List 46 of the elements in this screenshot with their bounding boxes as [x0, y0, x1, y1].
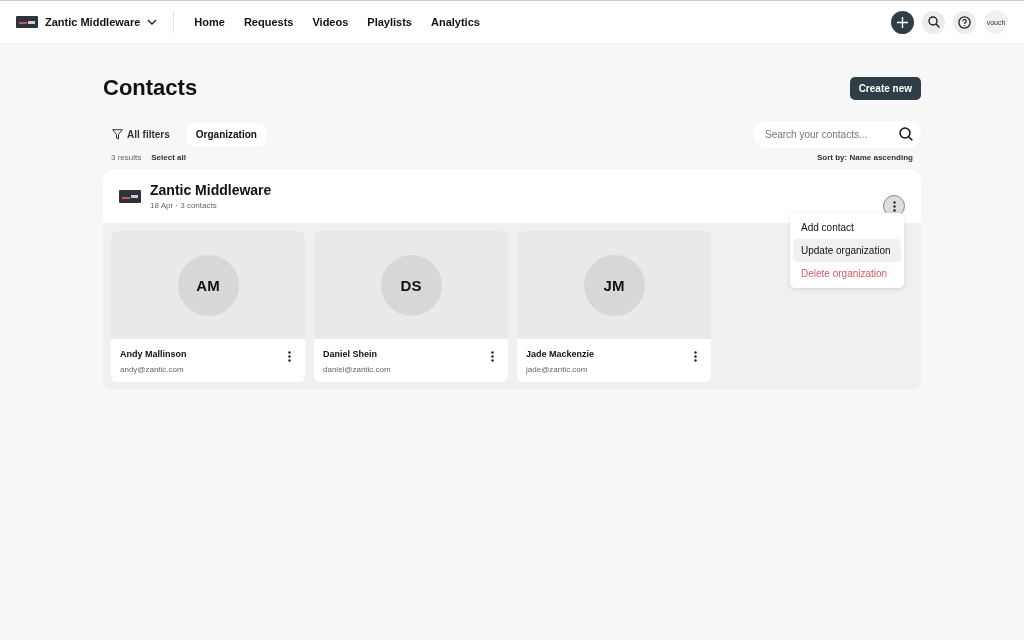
chevron-down-icon[interactable] — [147, 19, 158, 25]
funnel-icon — [112, 129, 123, 140]
nav-link[interactable]: Analytics — [430, 16, 480, 28]
organization-name: Zantic Middleware — [150, 182, 272, 198]
kebab-icon[interactable] — [491, 351, 494, 362]
kebab-icon[interactable] — [694, 351, 697, 362]
logo-icon — [16, 16, 38, 28]
results-count: 3 results — [111, 153, 142, 162]
menu-item[interactable]: Delete organization — [793, 262, 901, 285]
nav-link[interactable]: Home — [194, 16, 225, 28]
kebab-icon — [892, 200, 896, 212]
sort-control[interactable]: Sort by: Name ascending — [816, 153, 913, 162]
search-icon — [927, 16, 940, 28]
organization-meta: 18 Apr · 3 contacts — [150, 201, 218, 210]
filter-chip[interactable]: Organization — [186, 123, 266, 146]
nav-link[interactable]: Requests — [243, 16, 294, 28]
search-field[interactable]: Search your contacts... — [753, 121, 921, 148]
contact-card[interactable]: DS Daniel Shein daniel@zantic.com — [314, 231, 508, 382]
contact-email: andy@zantic.com — [120, 365, 185, 374]
contact-name: Andy Mallinson — [120, 349, 187, 359]
initials-avatar: JM — [583, 254, 645, 316]
initials-avatar: DS — [380, 254, 442, 316]
nav-link[interactable]: Videos — [312, 16, 349, 28]
contact-email: daniel@zantic.com — [323, 365, 391, 374]
search-icon — [899, 127, 913, 141]
menu-item[interactable]: Add contact — [793, 216, 901, 239]
plus-icon — [897, 16, 908, 28]
help-button[interactable] — [953, 10, 976, 34]
kebab-icon[interactable] — [288, 351, 291, 362]
create-new-button[interactable]: Create new — [849, 76, 921, 100]
help-icon — [958, 15, 971, 29]
search-button[interactable] — [922, 10, 945, 34]
filter-button[interactable]: All filters — [103, 123, 179, 146]
menu-item[interactable]: Update organization — [793, 239, 901, 262]
page-title: Contacts — [103, 75, 198, 101]
contact-card[interactable]: JM Jade Mackenzie jade@zantic.com — [517, 231, 711, 382]
select-all-link[interactable]: Select all — [151, 153, 186, 162]
contact-email: jade@zantic.com — [526, 365, 589, 374]
contact-name: Jade Mackenzie — [526, 349, 595, 359]
contact-card[interactable]: AM Andy Mallinson andy@zantic.com — [111, 231, 305, 382]
organization-logo-icon — [119, 189, 141, 203]
add-button[interactable] — [891, 10, 914, 34]
initials-avatar: AM — [177, 254, 239, 316]
workspace-name[interactable]: Zantic Middleware — [45, 16, 141, 28]
contact-name: Daniel Shein — [323, 349, 378, 359]
nav-link[interactable]: Playlists — [367, 16, 412, 28]
